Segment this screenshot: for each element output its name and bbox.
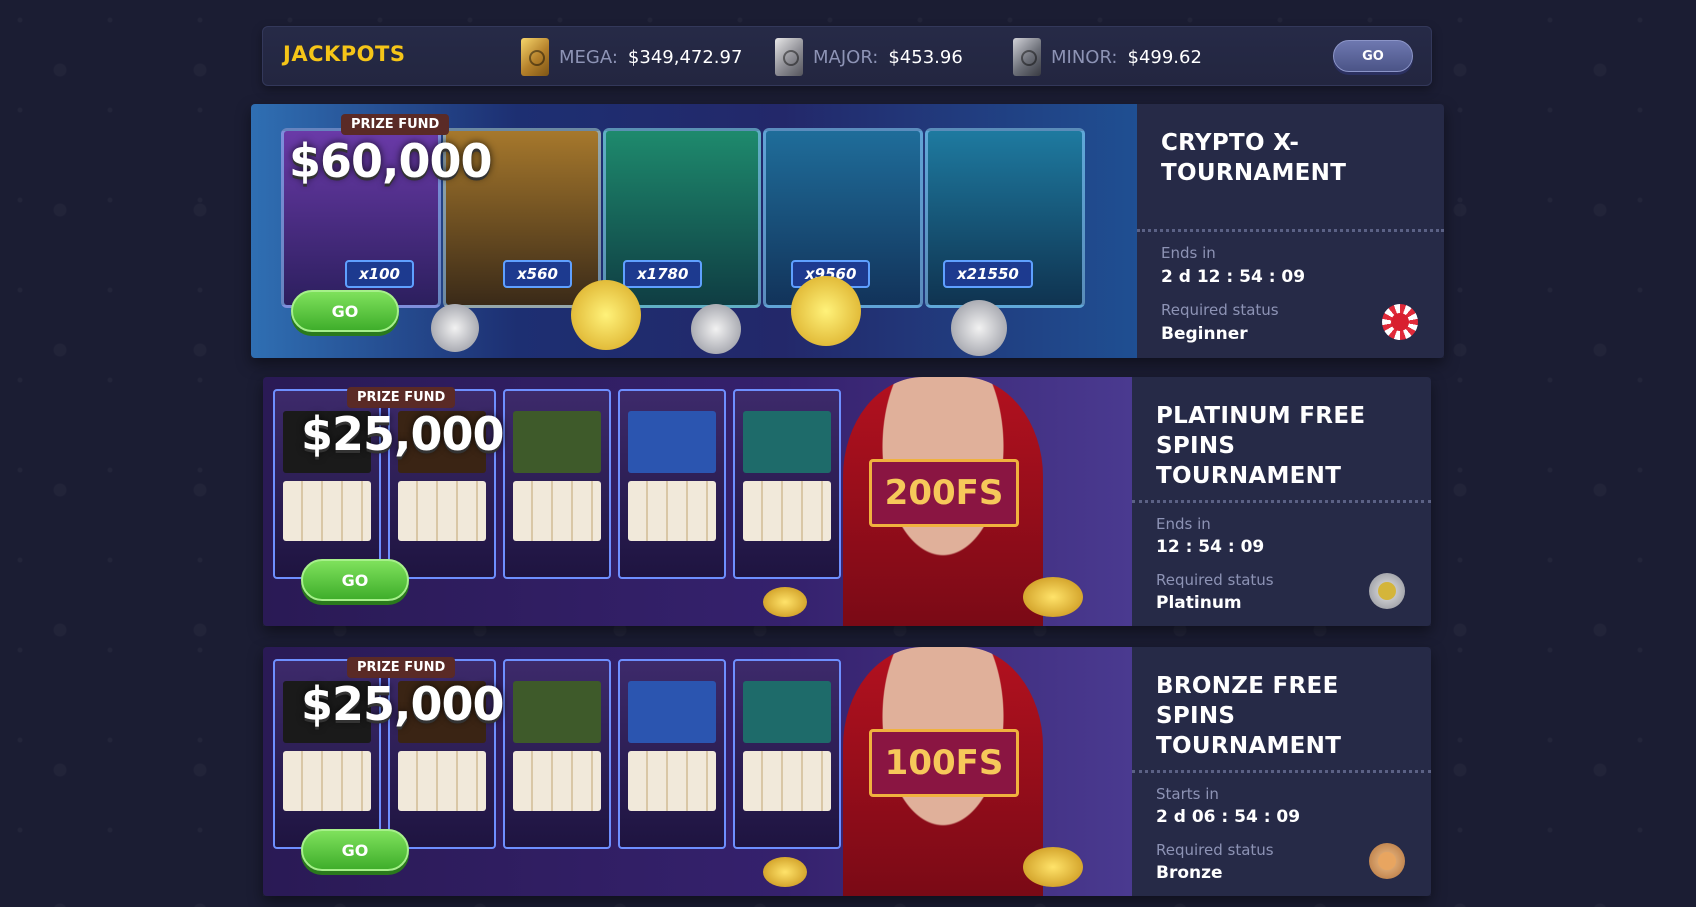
jackpot-minor: MINOR: $499.62 — [1013, 37, 1202, 77]
jackpots-go-button[interactable]: GO — [1333, 40, 1413, 72]
prize-fund-amount: $60,000 — [289, 134, 493, 188]
tournament-banner-bronze[interactable]: 100FS PRIZE FUND $25,000 GO — [263, 647, 1132, 896]
tournament-go-button[interactable]: GO — [301, 559, 409, 601]
slot-machine — [503, 659, 611, 849]
jackpots-bar: JACKPOTS MEGA: $349,472.97 MAJOR: $453.9… — [262, 26, 1432, 86]
tournament-card-bronze: 100FS PRIZE FUND $25,000 GO BRONZE FREE … — [263, 647, 1431, 896]
jackpot-minor-label: MINOR: — [1051, 46, 1118, 68]
prize-fund-amount: $25,000 — [301, 407, 505, 461]
free-spins-sign: 100FS — [869, 729, 1019, 797]
jackpot-major: MAJOR: $453.96 — [775, 37, 963, 77]
divider — [1132, 500, 1431, 503]
countdown-timer: 2 d 06 : 54 : 09 — [1156, 807, 1301, 827]
required-status-label: Required status — [1156, 571, 1274, 589]
tournament-info-crypto: CRYPTO X-TOURNAMENT Ends in 2 d 12 : 54 … — [1137, 104, 1444, 358]
slot-machine — [618, 389, 726, 579]
prize-fund-amount: $25,000 — [301, 677, 505, 731]
prize-fund-label: PRIZE FUND — [347, 387, 456, 408]
tournament-info-bronze: BRONZE FREE SPINS TOURNAMENT Starts in 2… — [1132, 647, 1431, 896]
slot-machine — [618, 659, 726, 849]
time-label: Ends in — [1161, 244, 1216, 262]
tournament-title: CRYPTO X-TOURNAMENT — [1161, 130, 1347, 186]
multiplier-label: x1780 — [623, 260, 703, 288]
coin-icon — [951, 300, 1007, 356]
coin-icon — [763, 857, 807, 887]
prize-fund-label: PRIZE FUND — [341, 114, 450, 135]
tournament-title: BRONZE FREE SPINS TOURNAMENT — [1156, 673, 1342, 759]
jackpot-mega-label: MEGA: — [559, 46, 618, 68]
steel-safe-icon — [1013, 38, 1041, 76]
time-label: Ends in — [1156, 515, 1211, 533]
coin-icon — [571, 280, 641, 350]
required-status-value: Bronze — [1156, 863, 1223, 883]
countdown-timer: 2 d 12 : 54 : 09 — [1161, 267, 1306, 287]
coin-icon — [1023, 577, 1083, 617]
divider — [1137, 229, 1444, 232]
divider — [1132, 770, 1431, 773]
required-status-label: Required status — [1161, 301, 1279, 319]
multiplier-label: x21550 — [943, 260, 1033, 288]
tournament-banner-platinum[interactable]: 200FS PRIZE FUND $25,000 GO — [263, 377, 1132, 626]
jackpot-major-value: $453.96 — [888, 46, 963, 68]
platinum-badge-icon — [1369, 573, 1405, 609]
jackpot-minor-value: $499.62 — [1127, 46, 1202, 68]
jackpot-mega-value: $349,472.97 — [627, 46, 743, 68]
jackpots-title: JACKPOTS — [283, 42, 406, 66]
coin-icon — [763, 587, 807, 617]
beginner-badge-icon — [1382, 304, 1418, 340]
required-status-value: Platinum — [1156, 593, 1242, 613]
coin-icon — [431, 304, 479, 352]
gold-safe-icon — [521, 38, 549, 76]
tournament-card-platinum: 200FS PRIZE FUND $25,000 GO PLATINUM FRE… — [263, 377, 1431, 626]
silver-safe-icon — [775, 38, 803, 76]
coin-icon — [1023, 847, 1083, 887]
tournament-title: PLATINUM FREE SPINS TOURNAMENT — [1156, 403, 1366, 489]
required-status-label: Required status — [1156, 841, 1274, 859]
tournament-go-button[interactable]: GO — [291, 290, 399, 332]
jackpot-mega: MEGA: $349,472.97 — [521, 37, 742, 77]
slot-machine — [503, 389, 611, 579]
slot-machine — [733, 389, 841, 579]
tournament-info-platinum: PLATINUM FREE SPINS TOURNAMENT Ends in 1… — [1132, 377, 1431, 626]
jackpot-major-label: MAJOR: — [813, 46, 879, 68]
free-spins-sign: 200FS — [869, 459, 1019, 527]
slot-machine — [733, 659, 841, 849]
coin-icon — [791, 276, 861, 346]
prize-fund-label: PRIZE FUND — [347, 657, 456, 678]
tournament-go-button[interactable]: GO — [301, 829, 409, 871]
required-status-value: Beginner — [1161, 324, 1248, 344]
tournament-card-crypto: PRIZE FUND $60,000 x100 x560 x1780 x9560… — [251, 104, 1444, 358]
multiplier-label: x560 — [503, 260, 572, 288]
bronze-badge-icon — [1369, 843, 1405, 879]
coin-icon — [691, 304, 741, 354]
multiplier-label: x100 — [345, 260, 414, 288]
countdown-timer: 12 : 54 : 09 — [1156, 537, 1265, 557]
tournament-banner-crypto[interactable]: PRIZE FUND $60,000 x100 x560 x1780 x9560… — [251, 104, 1137, 358]
time-label: Starts in — [1156, 785, 1219, 803]
